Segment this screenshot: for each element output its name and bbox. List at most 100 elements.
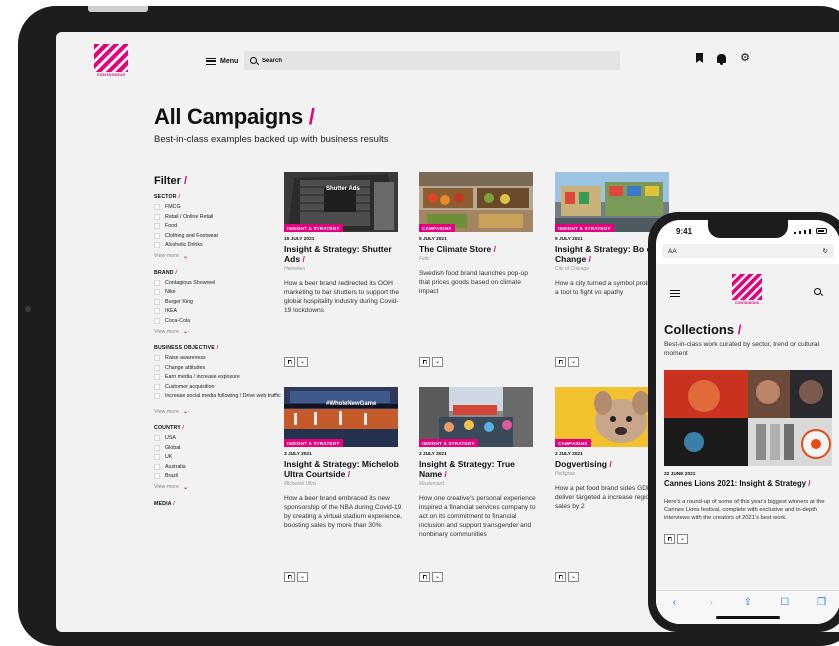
- campaign-thumbnail[interactable]: CAMPAIGNS: [419, 172, 533, 232]
- filter-option[interactable]: Australia: [154, 463, 294, 474]
- filter-checkbox[interactable]: [154, 289, 160, 295]
- collection-card-title-text[interactable]: Cannes Lions 2021: Insight & Strategy: [664, 479, 806, 488]
- expand-button[interactable]: ⌄: [432, 572, 443, 582]
- expand-button[interactable]: ⌄: [568, 357, 579, 367]
- forward-icon[interactable]: ›: [704, 597, 718, 608]
- tabs-icon[interactable]: ❐: [815, 597, 829, 608]
- category-tag[interactable]: INSIGHT & STRATEGY: [284, 439, 343, 447]
- filter-checkbox[interactable]: [154, 473, 160, 479]
- filter-option[interactable]: Alcoholic Drinks: [154, 242, 294, 252]
- filter-checkbox[interactable]: [154, 298, 160, 305]
- category-tag[interactable]: INSIGHT & STRATEGY: [555, 224, 614, 232]
- filter-option[interactable]: Burger King: [154, 298, 294, 309]
- expand-button[interactable]: ⌄: [297, 357, 308, 367]
- campaign-title-text[interactable]: Insight & Strategy: Bo of Change: [555, 244, 655, 264]
- expand-button[interactable]: ⌄: [297, 572, 308, 582]
- filter-option[interactable]: Change attitudes: [154, 364, 294, 375]
- expand-button[interactable]: ⌄: [568, 572, 579, 582]
- bookmark-icon[interactable]: [696, 53, 703, 63]
- category-tag[interactable]: CAMPAIGNS: [419, 224, 455, 232]
- contagious-logo[interactable]: CONTAGIOUS: [732, 274, 762, 306]
- expand-button[interactable]: ⌄: [432, 357, 443, 367]
- filter-option[interactable]: Clothing and Footwear: [154, 232, 294, 243]
- category-tag[interactable]: INSIGHT & STRATEGY: [419, 439, 478, 447]
- campaign-card[interactable]: INSIGHT & STRATEGY 2 JULY 2021 Insight & S…: [419, 387, 537, 582]
- filter-checkbox[interactable]: [154, 383, 160, 390]
- campaign-title-text[interactable]: Dogvertising: [555, 459, 607, 469]
- filter-checkbox[interactable]: [154, 435, 160, 441]
- filter-checkbox[interactable]: [154, 213, 160, 220]
- filter-checkbox[interactable]: [154, 374, 160, 380]
- campaign-title[interactable]: Insight & Strategy: Shutter Ads /: [284, 244, 402, 264]
- save-button[interactable]: [419, 572, 430, 582]
- save-button[interactable]: [284, 572, 295, 582]
- hamburger-icon[interactable]: [670, 290, 680, 297]
- filter-checkbox[interactable]: [154, 232, 160, 239]
- filter-option[interactable]: Food: [154, 223, 294, 233]
- filter-checkbox[interactable]: [154, 355, 160, 361]
- campaign-title[interactable]: Insight & Strategy: True Name /: [419, 459, 537, 479]
- filter-option[interactable]: USA: [154, 435, 294, 445]
- search-bar[interactable]: [244, 51, 620, 70]
- category-tag[interactable]: INSIGHT & STRATEGY: [284, 224, 343, 232]
- expand-button[interactable]: ⌄: [677, 534, 688, 544]
- campaign-thumbnail[interactable]: Shutter Ads INSIGHT & STRATEGY: [284, 172, 398, 232]
- gear-icon[interactable]: ⚙: [740, 52, 750, 63]
- bookmarks-icon[interactable]: ☐: [778, 597, 792, 608]
- filter-option[interactable]: Increase social media following / Drive …: [154, 393, 294, 407]
- back-icon[interactable]: ‹: [667, 597, 681, 608]
- save-button[interactable]: [284, 357, 295, 367]
- campaign-title-text[interactable]: Insight & Strategy: Michelob Ultra Court…: [284, 459, 399, 479]
- collection-card-title[interactable]: Cannes Lions 2021: Insight & Strategy /: [664, 479, 810, 488]
- view-more-button[interactable]: View more ⌄: [154, 484, 294, 491]
- campaign-thumbnail[interactable]: #WholeNewGame INSIGHT & STRATEGY: [284, 387, 398, 447]
- filter-checkbox[interactable]: [154, 454, 160, 460]
- search-input[interactable]: [262, 57, 562, 64]
- campaign-thumbnail[interactable]: INSIGHT & STRATEGY: [555, 172, 669, 232]
- save-button[interactable]: [664, 534, 675, 544]
- save-button[interactable]: [555, 357, 566, 367]
- filter-checkbox[interactable]: [154, 242, 160, 248]
- filter-option[interactable]: Brazil: [154, 473, 294, 483]
- collection-image[interactable]: [664, 370, 832, 466]
- campaign-title[interactable]: Insight & Strategy: Michelob Ultra Court…: [284, 459, 402, 479]
- campaign-title-text[interactable]: Insight & Strategy: Shutter Ads: [284, 244, 392, 264]
- campaign-card[interactable]: Shutter Ads INSIGHT & STRATEGY 15 JULY 202…: [284, 172, 402, 367]
- reader-mode-button[interactable]: AA: [668, 248, 677, 255]
- filter-option[interactable]: UK: [154, 454, 294, 464]
- filter-checkbox[interactable]: [154, 308, 160, 314]
- filter-option[interactable]: Nike: [154, 289, 294, 299]
- campaign-thumbnail[interactable]: INSIGHT & STRATEGY: [419, 387, 533, 447]
- filter-checkbox[interactable]: [154, 223, 160, 229]
- filter-checkbox[interactable]: [154, 317, 160, 324]
- campaign-title-text[interactable]: Insight & Strategy: True Name: [419, 459, 515, 479]
- filter-checkbox[interactable]: [154, 393, 160, 399]
- filter-checkbox[interactable]: [154, 279, 160, 286]
- filter-option[interactable]: Earn media / increase exposure: [154, 374, 294, 384]
- filter-option[interactable]: FMCG: [154, 204, 294, 214]
- category-tag[interactable]: CAMPAIGNS: [555, 439, 591, 447]
- search-icon[interactable]: [814, 288, 821, 295]
- share-icon[interactable]: ⇧: [741, 597, 755, 608]
- filter-option[interactable]: Retail / Online Retail: [154, 213, 294, 224]
- filter-option[interactable]: Contagious Showreel: [154, 279, 294, 290]
- campaign-title[interactable]: The Climate Store /: [419, 244, 537, 254]
- save-button[interactable]: [419, 357, 430, 367]
- filter-checkbox[interactable]: [154, 463, 160, 470]
- filter-option[interactable]: Customer acquisition: [154, 383, 294, 394]
- campaign-title-text[interactable]: The Climate Store: [419, 244, 491, 254]
- campaign-card[interactable]: CAMPAIGNS 5 JULY 2021 The Climate Store / F…: [419, 172, 537, 367]
- filter-option[interactable]: Coca-Cola: [154, 317, 294, 328]
- view-more-button[interactable]: View more ⌄: [154, 408, 294, 416]
- campaign-card[interactable]: #WholeNewGame INSIGHT & STRATEGY 3 JULY 20…: [284, 387, 402, 582]
- save-button[interactable]: [555, 572, 566, 582]
- filter-checkbox[interactable]: [154, 204, 160, 210]
- filter-option[interactable]: IKEA: [154, 308, 294, 318]
- filter-checkbox[interactable]: [154, 444, 160, 451]
- reload-icon[interactable]: ↻: [823, 247, 828, 255]
- filter-option[interactable]: Global: [154, 444, 294, 455]
- menu-button[interactable]: Menu: [206, 55, 238, 67]
- view-more-button[interactable]: View more ⌄: [154, 328, 294, 336]
- contagious-logo[interactable]: CONTAGIOUS: [94, 44, 128, 78]
- view-more-button[interactable]: View more ⌄: [154, 253, 294, 260]
